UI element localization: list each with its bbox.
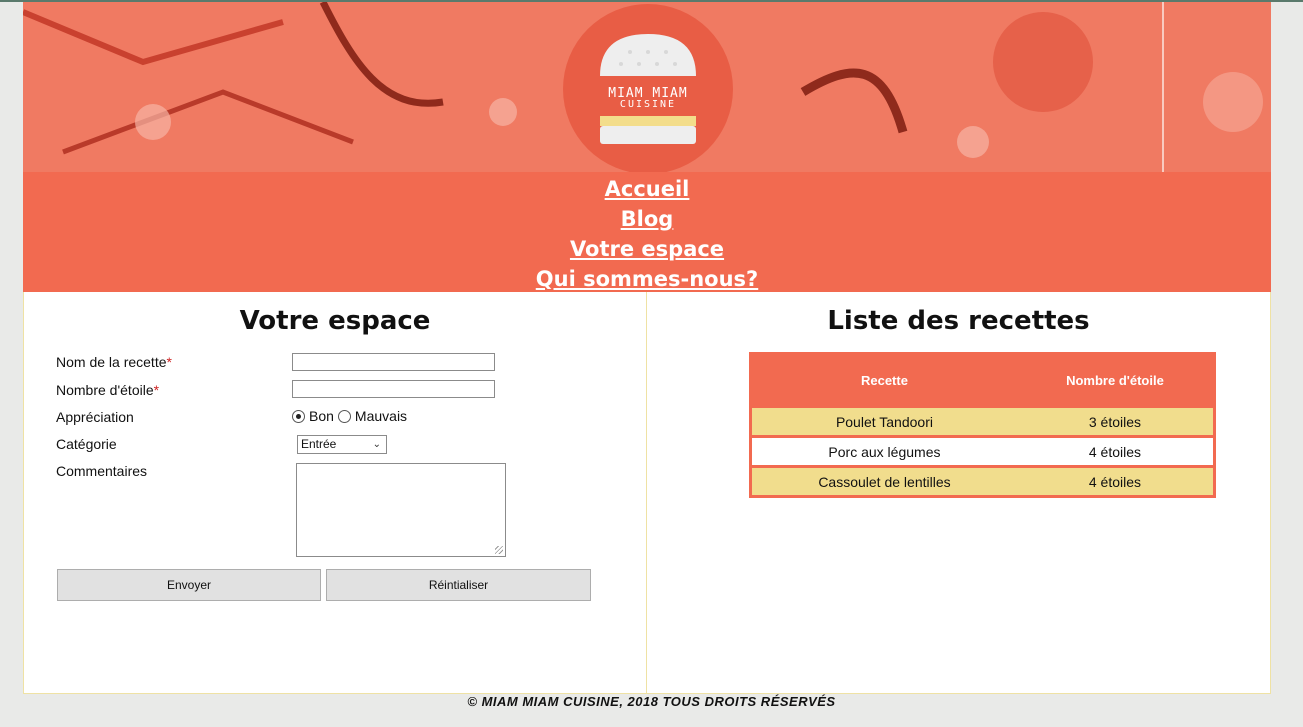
table-row: Poulet Tandoori 3 étoiles: [750, 405, 1215, 437]
cell-stars: 3 étoiles: [1016, 405, 1215, 437]
cell-recipe: Poulet Tandoori: [750, 405, 1017, 437]
logo-subtitle: CUISINE: [619, 99, 677, 110]
category-select[interactable]: Entrée ⌄: [297, 435, 387, 454]
form-section: Votre espace Nom de la recette* Nombre d…: [23, 292, 647, 694]
comments-textarea[interactable]: [296, 463, 506, 557]
main-nav: Accueil Blog Votre espace Qui sommes-nou…: [23, 172, 1271, 292]
submit-button[interactable]: Envoyer: [57, 569, 321, 601]
radio-bon[interactable]: [292, 409, 305, 423]
radio-mauvais-label: Mauvais: [354, 408, 408, 424]
page-container: MIAM MIAM CUISINE Accueil Blog Votre esp…: [23, 2, 1271, 694]
recipes-table: Recette Nombre d'étoile Poulet Tandoori …: [749, 352, 1216, 498]
header-banner: MIAM MIAM CUISINE: [23, 2, 1271, 172]
cell-stars: 4 étoiles: [1016, 465, 1215, 497]
column-header-recette: Recette: [750, 353, 1017, 407]
nav-link-votre-espace[interactable]: Votre espace: [23, 234, 1271, 264]
table-header-row: Recette Nombre d'étoile: [750, 353, 1215, 407]
cell-stars: 4 étoiles: [1016, 435, 1215, 467]
category-label: Catégorie: [56, 436, 117, 452]
recipes-section: Liste des recettes Recette Nombre d'étoi…: [647, 292, 1271, 694]
nav-link-qui-sommes-nous[interactable]: Qui sommes-nous?: [23, 264, 1271, 294]
form-title: Votre espace: [239, 306, 431, 336]
list-title: Liste des recettes: [827, 306, 1090, 336]
appreciation-radio-group: Bon Mauvais: [292, 408, 407, 424]
reset-button[interactable]: Réintialiser: [326, 569, 591, 601]
cell-recipe: Cassoulet de lentilles: [750, 465, 1017, 497]
footer-copyright: © MIAM MIAM CUISINE, 2018 TOUS DROITS RÉ…: [467, 694, 836, 709]
appreciation-label: Appréciation: [56, 409, 134, 425]
recipe-name-input[interactable]: [292, 353, 495, 371]
resize-grip-icon[interactable]: [495, 546, 503, 554]
recipe-name-label-text: Nom de la recette: [56, 354, 167, 370]
comments-label: Commentaires: [56, 463, 148, 479]
radio-bon-label: Bon: [309, 408, 334, 424]
chevron-down-icon: ⌄: [372, 439, 381, 450]
nav-link-accueil[interactable]: Accueil: [23, 174, 1271, 204]
required-mark: *: [153, 382, 160, 398]
stars-label-text: Nombre d'étoile: [56, 382, 154, 398]
radio-mauvais[interactable]: [337, 409, 351, 423]
recipe-name-label: Nom de la recette*: [56, 354, 172, 370]
cell-recipe: Porc aux légumes: [750, 435, 1017, 467]
site-logo[interactable]: MIAM MIAM CUISINE: [563, 4, 733, 172]
stars-label: Nombre d'étoile*: [56, 382, 159, 398]
table-row: Cassoulet de lentilles 4 étoiles: [750, 465, 1215, 497]
stars-input[interactable]: [292, 380, 495, 398]
category-select-value: Entrée: [301, 437, 337, 451]
nav-link-blog[interactable]: Blog: [23, 204, 1271, 234]
required-mark: *: [166, 354, 172, 370]
column-header-etoiles: Nombre d'étoile: [1016, 353, 1215, 407]
table-row: Porc aux légumes 4 étoiles: [750, 435, 1215, 467]
